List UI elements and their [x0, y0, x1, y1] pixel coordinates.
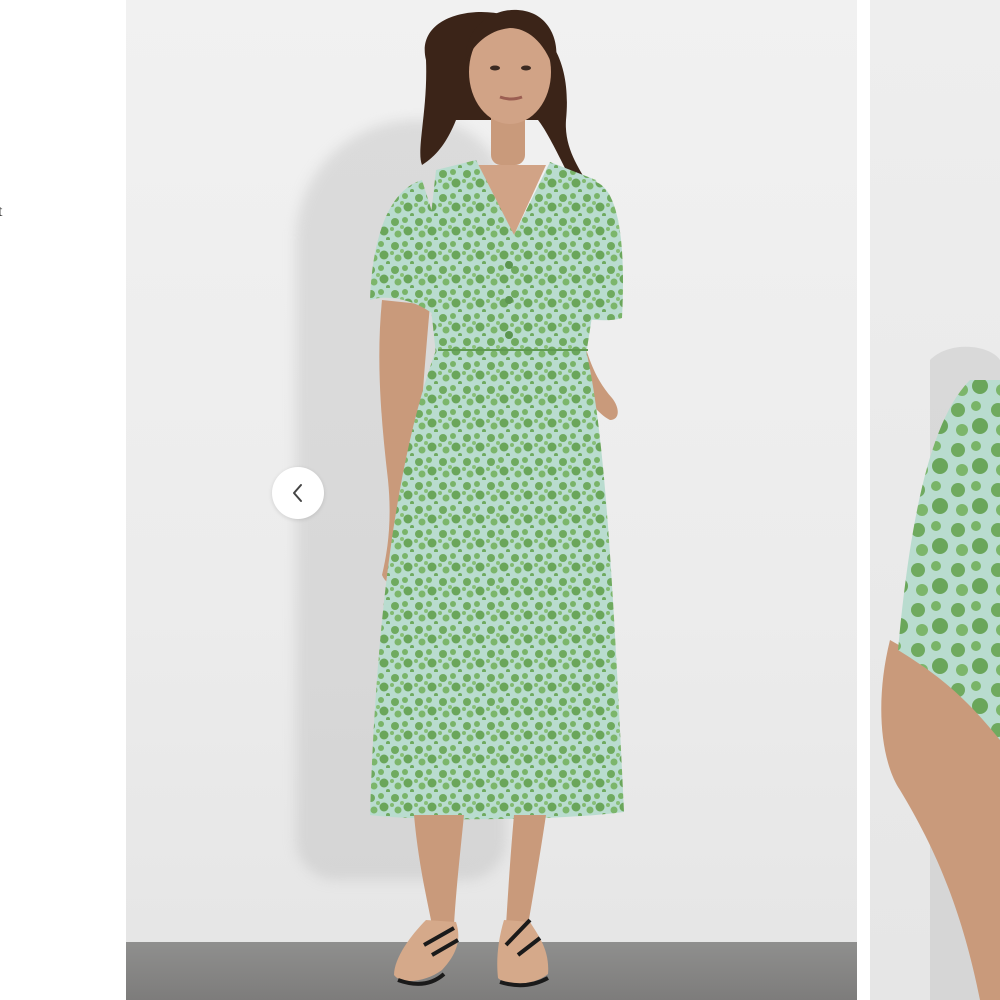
chevron-left-icon: [293, 484, 302, 502]
product-gallery: t: [0, 0, 1000, 1000]
previous-slide-edge: t: [0, 0, 126, 1000]
model-in-dress-illustration: [370, 9, 624, 988]
previous-image-button[interactable]: [272, 467, 324, 519]
next-product-image[interactable]: [870, 0, 1000, 1000]
left-edge-text: t: [0, 203, 3, 220]
dress-detail-closeup: [881, 346, 1000, 1000]
main-product-image[interactable]: [126, 0, 857, 1000]
